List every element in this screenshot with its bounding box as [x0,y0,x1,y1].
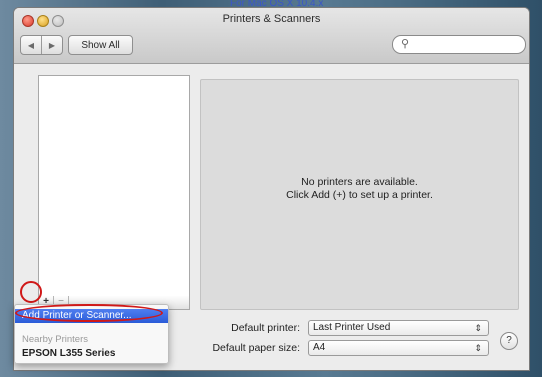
plus-button-highlight-circle [20,281,42,303]
forward-button[interactable]: ▶ [42,36,62,54]
show-all-button[interactable]: Show All [68,35,133,55]
popup-arrows-icon: ⇕ [474,343,482,353]
back-button[interactable]: ◀ [21,36,42,54]
default-printer-label: Default printer: [231,322,300,334]
popup-arrows-icon: ⇕ [474,323,482,333]
no-printers-line1: No printers are available. [301,176,418,188]
default-paper-size-value: A4 [313,342,326,353]
help-button[interactable]: ? [500,332,518,350]
window-title: Printers & Scanners [222,13,321,25]
back-forward-buttons: ◀ ▶ [20,35,63,55]
background-window-text: For Mac OS X 10.4.x [230,0,324,7]
printer-detail-pane: No printers are available. Click Add (+)… [200,79,519,310]
nearby-printers-header: Nearby Printers [22,334,88,345]
no-printers-message: No printers are available. Click Add (+)… [201,176,518,202]
default-printer-value: Last Printer Used [313,322,391,333]
nearby-printer-item[interactable]: EPSON L355 Series [22,348,115,359]
default-printer-popup[interactable]: Last Printer Used ⇕ [308,320,489,336]
default-paper-size-popup[interactable]: A4 ⇕ [308,340,489,356]
printer-list[interactable] [38,75,190,297]
default-paper-size-label: Default paper size: [212,342,300,354]
search-icon: ⚲ [401,38,410,50]
search-field[interactable]: ⚲ [392,35,526,54]
title-bar: Printers & Scanners ◀ ▶ Show All ⚲ [14,8,529,64]
menu-item-highlight-oval [15,304,163,322]
no-printers-line2: Click Add (+) to set up a printer. [286,189,433,201]
